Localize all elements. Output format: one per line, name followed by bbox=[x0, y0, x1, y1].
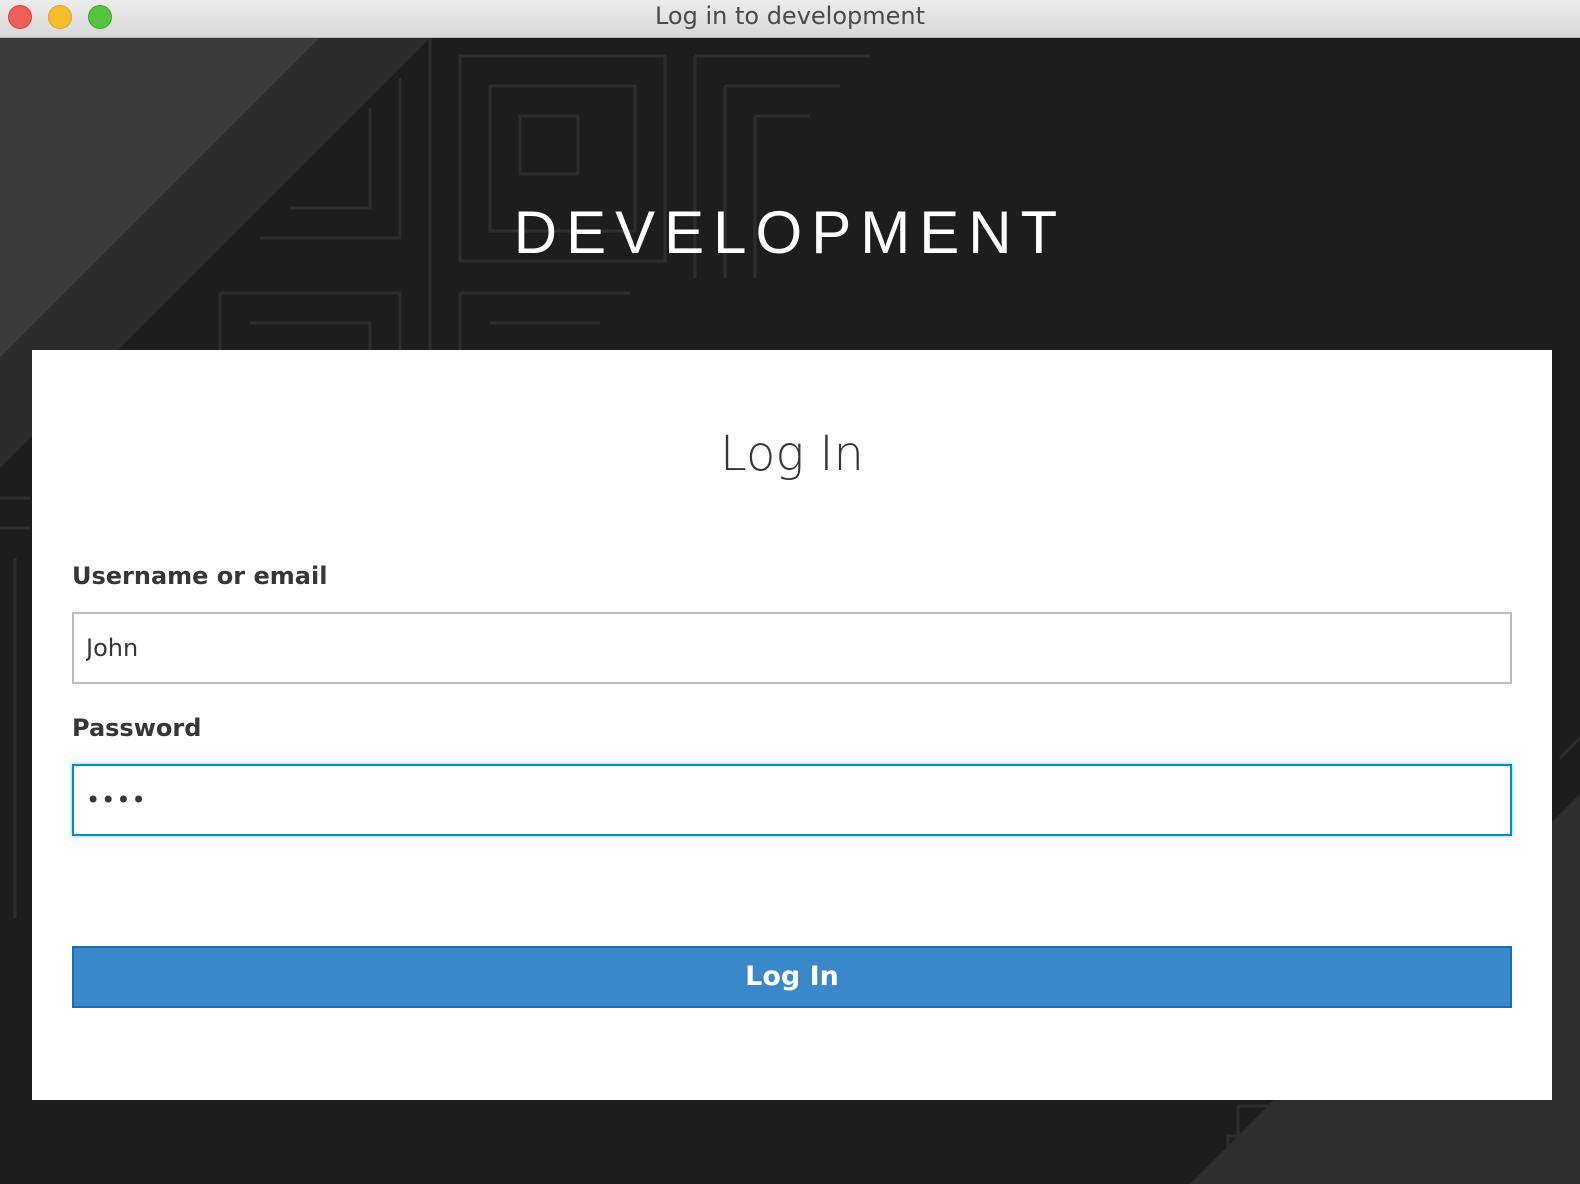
login-heading: Log In bbox=[720, 426, 864, 482]
brand-title: DEVELOPMENT bbox=[513, 199, 1067, 266]
username-label: Username or email bbox=[72, 562, 328, 590]
login-card: Log In Username or email Password Log In bbox=[32, 350, 1552, 1100]
window-title: Log in to development bbox=[654, 2, 926, 30]
window-titlebar: Log in to development bbox=[0, 0, 1580, 38]
username-input[interactable] bbox=[72, 612, 1512, 684]
password-label: Password bbox=[72, 714, 202, 742]
login-button[interactable]: Log In bbox=[72, 946, 1512, 1008]
password-input[interactable] bbox=[72, 764, 1512, 836]
